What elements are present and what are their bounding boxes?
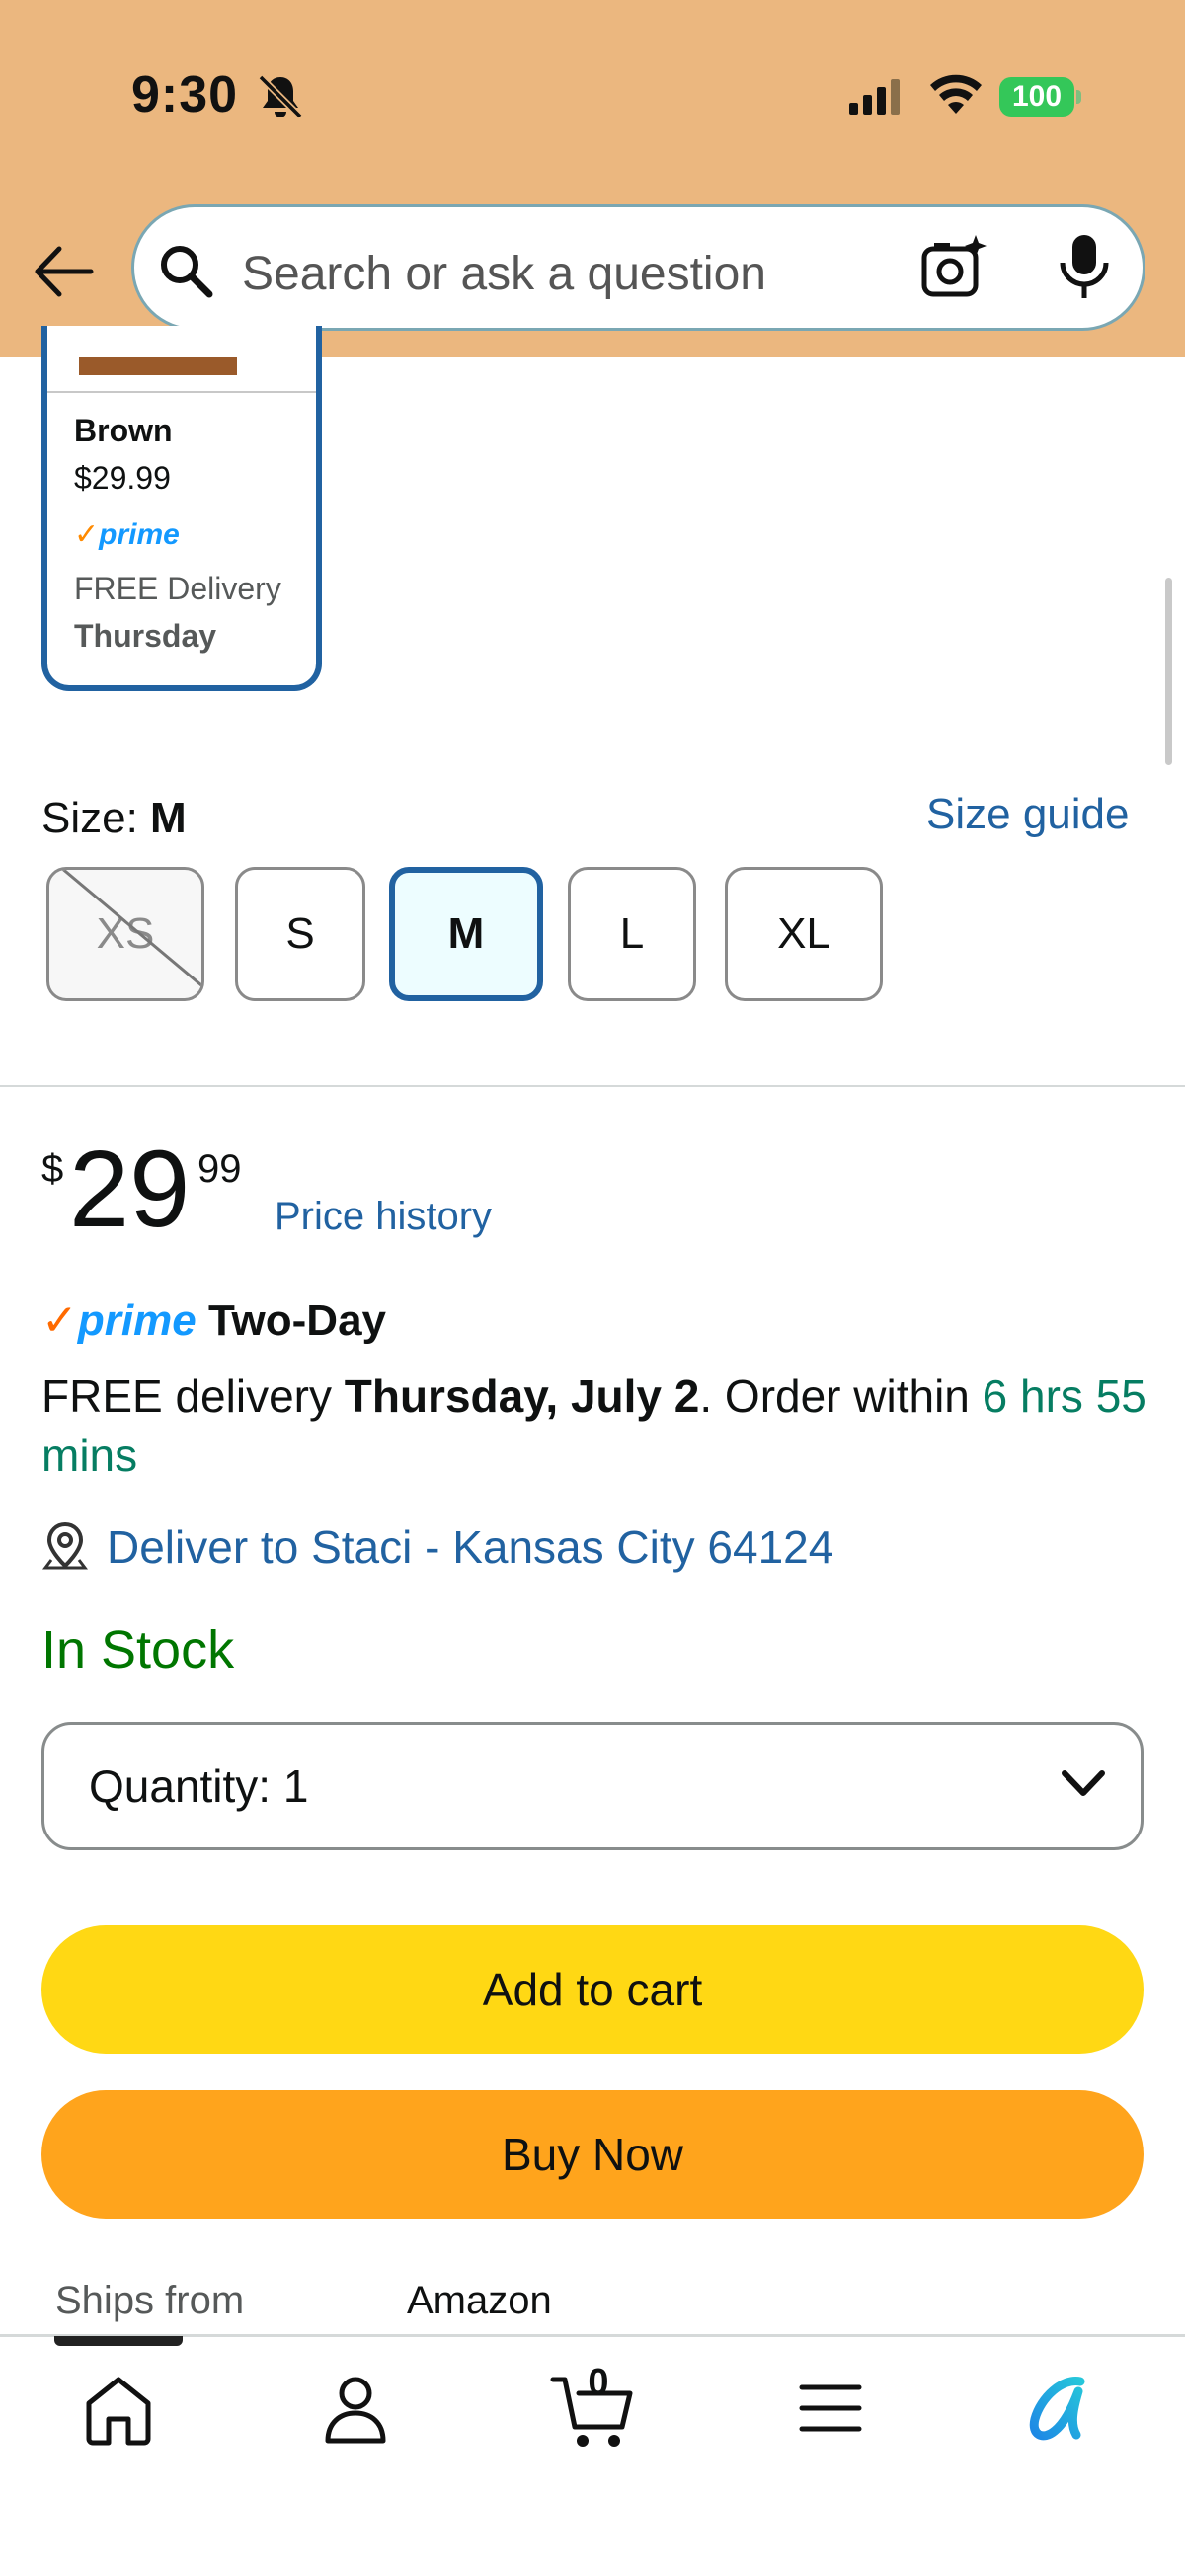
section-divider (0, 1085, 1185, 1087)
search-icon (161, 246, 213, 298)
size-option-label: XL (777, 909, 830, 958)
size-option-label: S (285, 909, 315, 958)
cellular-signal-icon (849, 79, 900, 115)
swatch-delivery: FREE Delivery (74, 571, 281, 606)
menu-icon[interactable] (796, 2374, 865, 2443)
delivery-free-text: FREE delivery (41, 1370, 345, 1422)
nav-active-indicator (54, 2336, 183, 2346)
chevron-down-icon (1062, 1770, 1105, 1796)
price-whole: 29 (69, 1129, 191, 1250)
quantity-label: Quantity: 1 (89, 1760, 309, 1812)
size-option-s[interactable]: S (235, 867, 365, 1001)
location-pin-icon (42, 1522, 88, 1570)
battery-tip (1076, 90, 1081, 104)
size-label-text: Size: (41, 794, 151, 842)
swatch-delivery-day: Thursday (74, 618, 217, 654)
size-option-label: XS (96, 909, 155, 958)
ships-from-label: Ships from (55, 2279, 245, 2322)
back-arrow-icon[interactable] (30, 237, 99, 306)
delivery-date: Thursday, July 2 (344, 1370, 700, 1422)
ships-from-value: Amazon (407, 2279, 552, 2322)
status-time: 9:30 (131, 66, 239, 123)
deliver-to-link[interactable]: Deliver to Staci - Kansas City 64124 (107, 1521, 833, 1574)
stock-status: In Stock (41, 1620, 235, 1679)
swatch-price: $29.99 (74, 460, 171, 496)
size-option-xs[interactable]: XS (46, 867, 204, 1001)
add-to-cart-button[interactable]: Add to cart (41, 1925, 1144, 2054)
prime-delivery-badge: ✓prime Two-Day (41, 1295, 386, 1346)
swatch-divider (47, 391, 316, 393)
home-icon[interactable] (79, 2370, 158, 2449)
size-guide-link[interactable]: Size guide (926, 790, 1129, 839)
account-icon[interactable] (316, 2370, 395, 2449)
microphone-icon[interactable] (1057, 231, 1112, 302)
swatch-prime-badge: ✓prime (74, 517, 180, 552)
buy-now-button[interactable]: Buy Now (41, 2090, 1144, 2219)
size-option-label: M (447, 909, 485, 958)
swatch-prime-label: prime (99, 518, 180, 551)
scrollbar[interactable] (1165, 578, 1172, 765)
prime-check-icon: ✓ (41, 1296, 78, 1345)
prime-label: prime (77, 1296, 197, 1345)
search-input[interactable]: Search or ask a question (242, 247, 766, 301)
cart-count-badge: 0 (588, 2362, 609, 2403)
swatch-color-name: Brown (74, 413, 173, 448)
battery-indicator: 100 (999, 77, 1074, 117)
bell-slash-icon (258, 74, 303, 119)
prime-tier: Two-Day (207, 1296, 387, 1345)
price-currency: $ (41, 1147, 64, 1191)
size-label: Size: M (41, 794, 187, 843)
size-option-m[interactable]: M (389, 867, 543, 1001)
price-history-link[interactable]: Price history (275, 1195, 492, 1239)
wifi-icon (930, 74, 982, 114)
size-option-label: L (619, 909, 645, 958)
product-thumbnail (79, 357, 237, 375)
price-fraction: 99 (198, 1147, 242, 1191)
order-within-text: . Order within (699, 1370, 983, 1422)
prime-check-icon: ✓ (74, 518, 100, 551)
camera-search-icon[interactable] (920, 233, 988, 300)
rufus-assistant-icon[interactable] (1023, 2370, 1102, 2449)
delivery-info: FREE delivery Thursday, July 2. Order wi… (41, 1366, 1147, 1485)
size-option-l[interactable]: L (568, 867, 696, 1001)
size-selected-value: M (150, 794, 187, 842)
size-option-xl[interactable]: XL (725, 867, 883, 1001)
